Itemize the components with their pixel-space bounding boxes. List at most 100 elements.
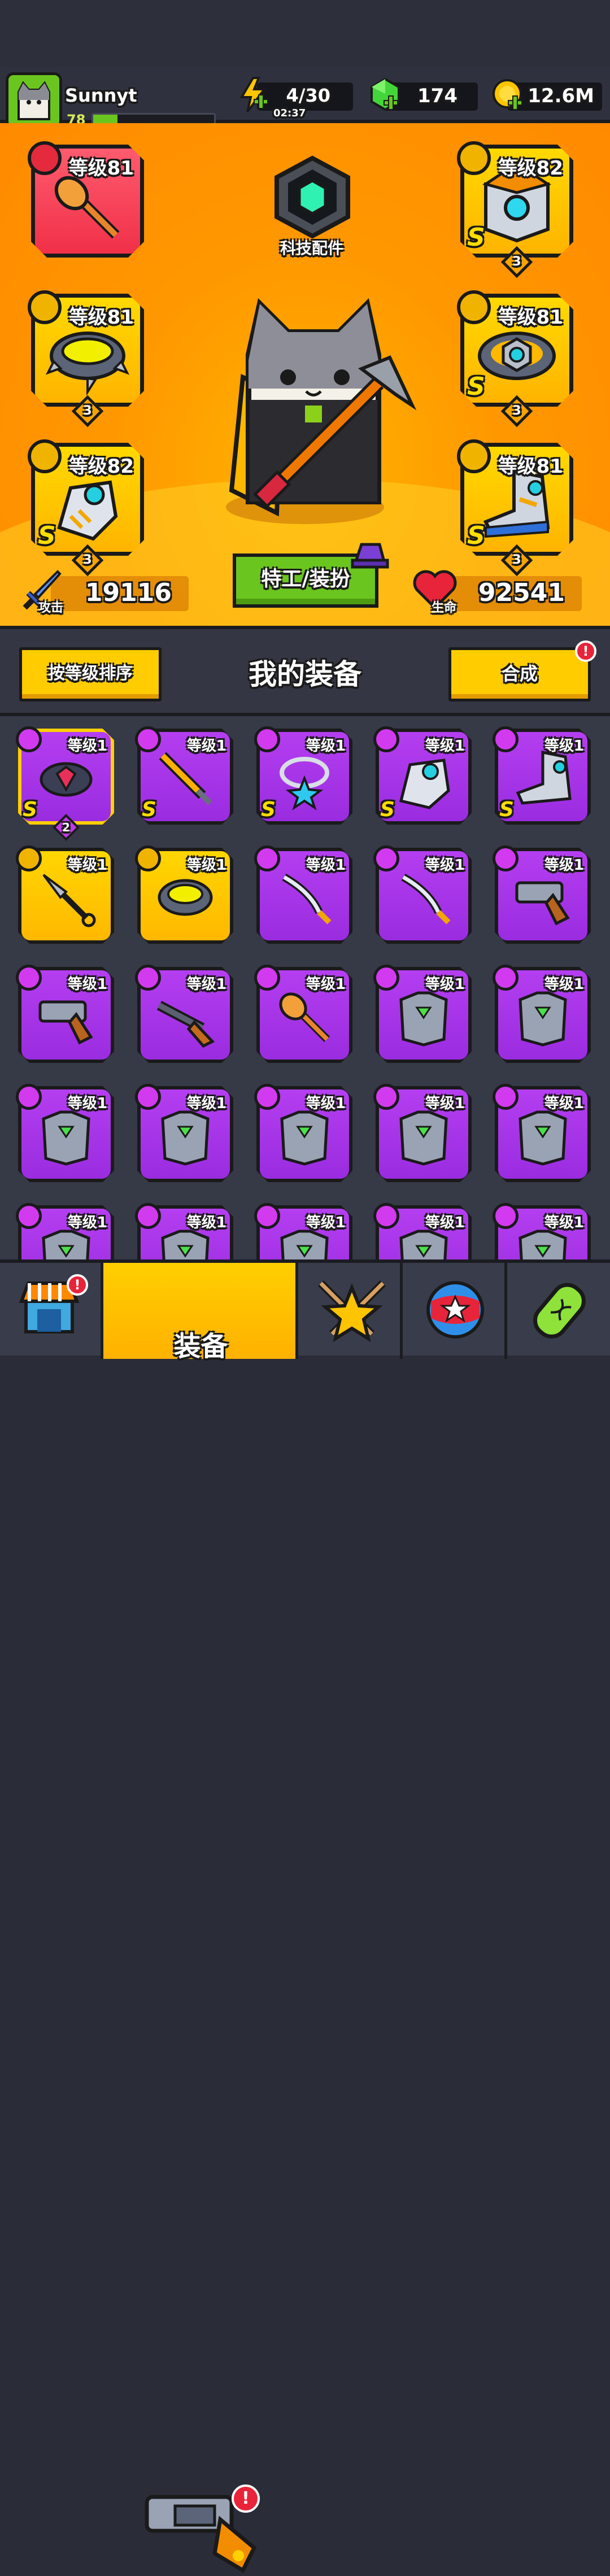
nav-tab-talents[interactable] bbox=[403, 1263, 507, 1359]
inventory-item[interactable]: 等级1 bbox=[373, 1084, 472, 1182]
equip-slot-boots[interactable]: 等级81 S 3 bbox=[457, 439, 573, 577]
weapon-slot-icon bbox=[28, 141, 62, 175]
inventory-item[interactable]: 等级1 bbox=[493, 845, 591, 944]
energy-value: 4/30 bbox=[286, 85, 330, 106]
inventory-item[interactable]: 等级1 bbox=[373, 1203, 472, 1259]
merge-alert-badge: ! bbox=[575, 640, 596, 662]
nav-tab-equipment[interactable]: 装备 bbox=[103, 1263, 298, 1362]
item-type-icon bbox=[135, 1203, 161, 1229]
equip-slot-armor[interactable]: 等级82 S 3 bbox=[457, 141, 573, 278]
inventory-item[interactable]: 等级1 bbox=[254, 1203, 352, 1259]
inventory-item[interactable]: 等级1 bbox=[135, 1084, 233, 1182]
inventory-item[interactable]: 等级1 bbox=[493, 1084, 591, 1182]
item-type-icon bbox=[493, 726, 518, 752]
rank-letter: S bbox=[499, 798, 514, 821]
item-level: 等级1 bbox=[425, 976, 465, 993]
inventory-item[interactable]: 等级1 bbox=[254, 845, 352, 944]
item-level: 等级1 bbox=[67, 1214, 107, 1231]
item-type-icon bbox=[373, 965, 399, 991]
item-level: 等级1 bbox=[544, 1214, 584, 1231]
green-gem-plus-icon[interactable] bbox=[367, 77, 403, 113]
item-level: 等级1 bbox=[425, 738, 465, 755]
item-level: 等级1 bbox=[186, 1214, 226, 1231]
item-level: 等级1 bbox=[425, 1214, 465, 1231]
inventory-item[interactable]: 等级1 bbox=[493, 965, 591, 1063]
inventory-item[interactable]: 等级1 bbox=[16, 1203, 114, 1259]
attack-stat: 19116 bbox=[51, 576, 189, 611]
item-type-icon bbox=[493, 845, 518, 871]
status-bar bbox=[0, 0, 610, 67]
inventory-item[interactable]: 等级1 bbox=[16, 1084, 114, 1182]
inventory-item[interactable]: 等级1 bbox=[254, 1084, 352, 1182]
item-level: 等级1 bbox=[186, 857, 226, 874]
item-level: 等级1 bbox=[67, 976, 107, 993]
item-level: 等级1 bbox=[425, 857, 465, 874]
equip-slot-necklace[interactable]: 等级81 3 bbox=[28, 290, 144, 428]
item-type-icon bbox=[373, 1203, 399, 1229]
item-type-icon bbox=[493, 1084, 518, 1110]
rank-letter: S bbox=[467, 223, 485, 252]
item-type-icon bbox=[254, 1203, 280, 1229]
inventory-item[interactable]: 等级1 bbox=[135, 845, 233, 944]
rank-letter: S bbox=[380, 798, 395, 821]
equip-slot-gloves[interactable]: 等级82 S 3 bbox=[28, 439, 144, 577]
item-level: 等级1 bbox=[306, 976, 346, 993]
rank-letter: S bbox=[261, 798, 276, 821]
bottom-nav: ! 装备 ! bbox=[0, 1259, 610, 2573]
item-type-icon bbox=[135, 726, 161, 752]
slot-level: 等级81 bbox=[498, 455, 563, 478]
gloves-slot-icon bbox=[28, 439, 62, 473]
item-type-icon bbox=[373, 845, 399, 871]
nav-tab-lab[interactable] bbox=[507, 1263, 610, 1359]
item-level: 等级1 bbox=[67, 857, 107, 874]
inventory-item[interactable]: 等级1 bbox=[135, 965, 233, 1063]
equip-slot-weapon[interactable]: 等级81 bbox=[28, 141, 144, 258]
player-avatar[interactable] bbox=[6, 72, 62, 129]
armor-slot-icon bbox=[457, 141, 491, 175]
hp-stat: 92541 bbox=[441, 576, 582, 611]
inventory-grid: 等级1 S 2 等级1 S 等级1 S 等级1 S 等级1 S 等级1 等级1 等级1 等级1 等级1 等级1 等… bbox=[0, 716, 610, 1259]
hex-chip-icon bbox=[274, 155, 350, 239]
inventory-item[interactable]: 等级1 S 2 bbox=[16, 726, 114, 842]
rank-letter: S bbox=[467, 521, 485, 550]
nav-tab-equipment-label: 装备 bbox=[173, 1331, 228, 1362]
item-level: 等级1 bbox=[544, 1095, 584, 1112]
belt-slot-icon bbox=[457, 290, 491, 324]
inventory-item[interactable]: 等级1 S bbox=[254, 726, 352, 825]
gold-coin-plus-icon[interactable] bbox=[490, 77, 526, 113]
hat-icon bbox=[351, 543, 389, 569]
inventory-item[interactable]: 等级1 S bbox=[135, 726, 233, 825]
inventory-item[interactable]: 等级1 bbox=[16, 965, 114, 1063]
item-type-icon bbox=[16, 845, 42, 871]
rank-letter: S bbox=[142, 798, 156, 821]
attack-value: 19116 bbox=[85, 578, 172, 607]
slot-level: 等级81 bbox=[68, 306, 134, 329]
item-type-icon bbox=[16, 1203, 42, 1229]
inventory-item[interactable]: 等级1 bbox=[254, 965, 352, 1063]
item-level: 等级1 bbox=[306, 857, 346, 874]
item-type-icon bbox=[135, 845, 161, 871]
hp-label: 生命 bbox=[432, 601, 457, 615]
merge-button[interactable]: 合成 bbox=[448, 647, 591, 701]
stars-ball-icon bbox=[426, 1281, 484, 1339]
inventory-item[interactable]: 等级1 S bbox=[373, 726, 472, 825]
item-level: 等级1 bbox=[544, 738, 584, 755]
item-type-icon bbox=[254, 845, 280, 871]
item-type-icon bbox=[254, 726, 280, 752]
inventory-item[interactable]: 等级1 bbox=[373, 965, 472, 1063]
slot-level: 等级82 bbox=[498, 157, 563, 180]
item-type-icon bbox=[135, 965, 161, 991]
tech-accessory-button[interactable] bbox=[270, 154, 355, 239]
lightning-plus-icon[interactable] bbox=[236, 77, 272, 113]
item-level: 等级1 bbox=[544, 857, 584, 874]
inventory-item[interactable]: 等级1 bbox=[135, 1203, 233, 1259]
inventory-item[interactable]: 等级1 bbox=[16, 845, 114, 944]
nav-tab-battle[interactable] bbox=[298, 1263, 403, 1359]
equip-slot-belt[interactable]: 等级81 S 3 bbox=[457, 290, 573, 428]
nav-tab-shop[interactable]: ! bbox=[0, 1263, 103, 1359]
inventory-item[interactable]: 等级1 S bbox=[493, 726, 591, 825]
boots-slot-icon bbox=[457, 439, 491, 473]
inventory-item[interactable]: 等级1 bbox=[373, 845, 472, 944]
inventory-item[interactable]: 等级1 bbox=[493, 1203, 591, 1259]
dna-capsule-icon bbox=[533, 1283, 586, 1339]
